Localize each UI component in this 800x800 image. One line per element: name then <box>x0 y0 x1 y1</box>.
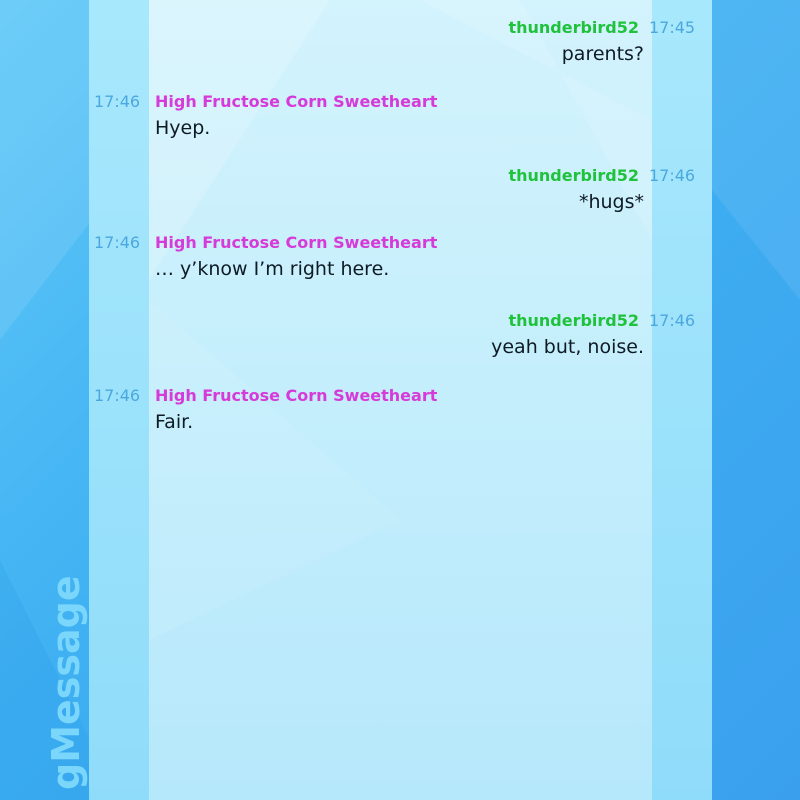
message-text: Fair. <box>155 411 194 433</box>
message-item: 17:46 High Fructose Corn Sweetheart Fair. <box>89 386 712 434</box>
chat-transcript[interactable]: thunderbird52 17:45 parents? 17:46 High Fr… <box>89 0 712 800</box>
message-item: thunderbird52 17:46 *hugs* <box>89 166 712 214</box>
message-item: thunderbird52 17:45 parents? <box>89 18 712 66</box>
message-header: thunderbird52 17:46 <box>89 311 712 331</box>
timestamp: 17:46 <box>649 166 696 185</box>
message-header: 17:46 High Fructose Corn Sweetheart <box>89 233 712 253</box>
sender-name: High Fructose Corn Sweetheart <box>155 92 438 111</box>
sender-name: thunderbird52 <box>508 166 639 185</box>
sender-name: thunderbird52 <box>508 311 639 330</box>
message-text: *hugs* <box>578 191 644 213</box>
timestamp: 17:46 <box>94 92 141 111</box>
message-text: Hyep. <box>155 117 211 139</box>
message-text: yeah but, noise. <box>491 336 644 358</box>
sender-name: thunderbird52 <box>508 18 639 37</box>
timestamp: 17:46 <box>94 233 141 252</box>
app-brand-logo: gMessage <box>44 575 88 790</box>
sender-name: High Fructose Corn Sweetheart <box>155 386 438 405</box>
timestamp: 17:45 <box>649 18 696 37</box>
message-header: 17:46 High Fructose Corn Sweetheart <box>89 386 712 406</box>
message-text: … y’know I’m right here. <box>155 258 390 280</box>
message-item: thunderbird52 17:46 yeah but, noise. <box>89 311 712 359</box>
message-header: thunderbird52 17:46 <box>89 166 712 186</box>
message-item: 17:46 High Fructose Corn Sweetheart … y’k… <box>89 233 712 281</box>
message-header: 17:46 High Fructose Corn Sweetheart <box>89 92 712 112</box>
sender-name: High Fructose Corn Sweetheart <box>155 233 438 252</box>
timestamp: 17:46 <box>649 311 696 330</box>
message-header: thunderbird52 17:45 <box>89 18 712 38</box>
message-item: 17:46 High Fructose Corn Sweetheart Hyep. <box>89 92 712 140</box>
timestamp: 17:46 <box>94 386 141 405</box>
message-text: parents? <box>561 43 644 65</box>
